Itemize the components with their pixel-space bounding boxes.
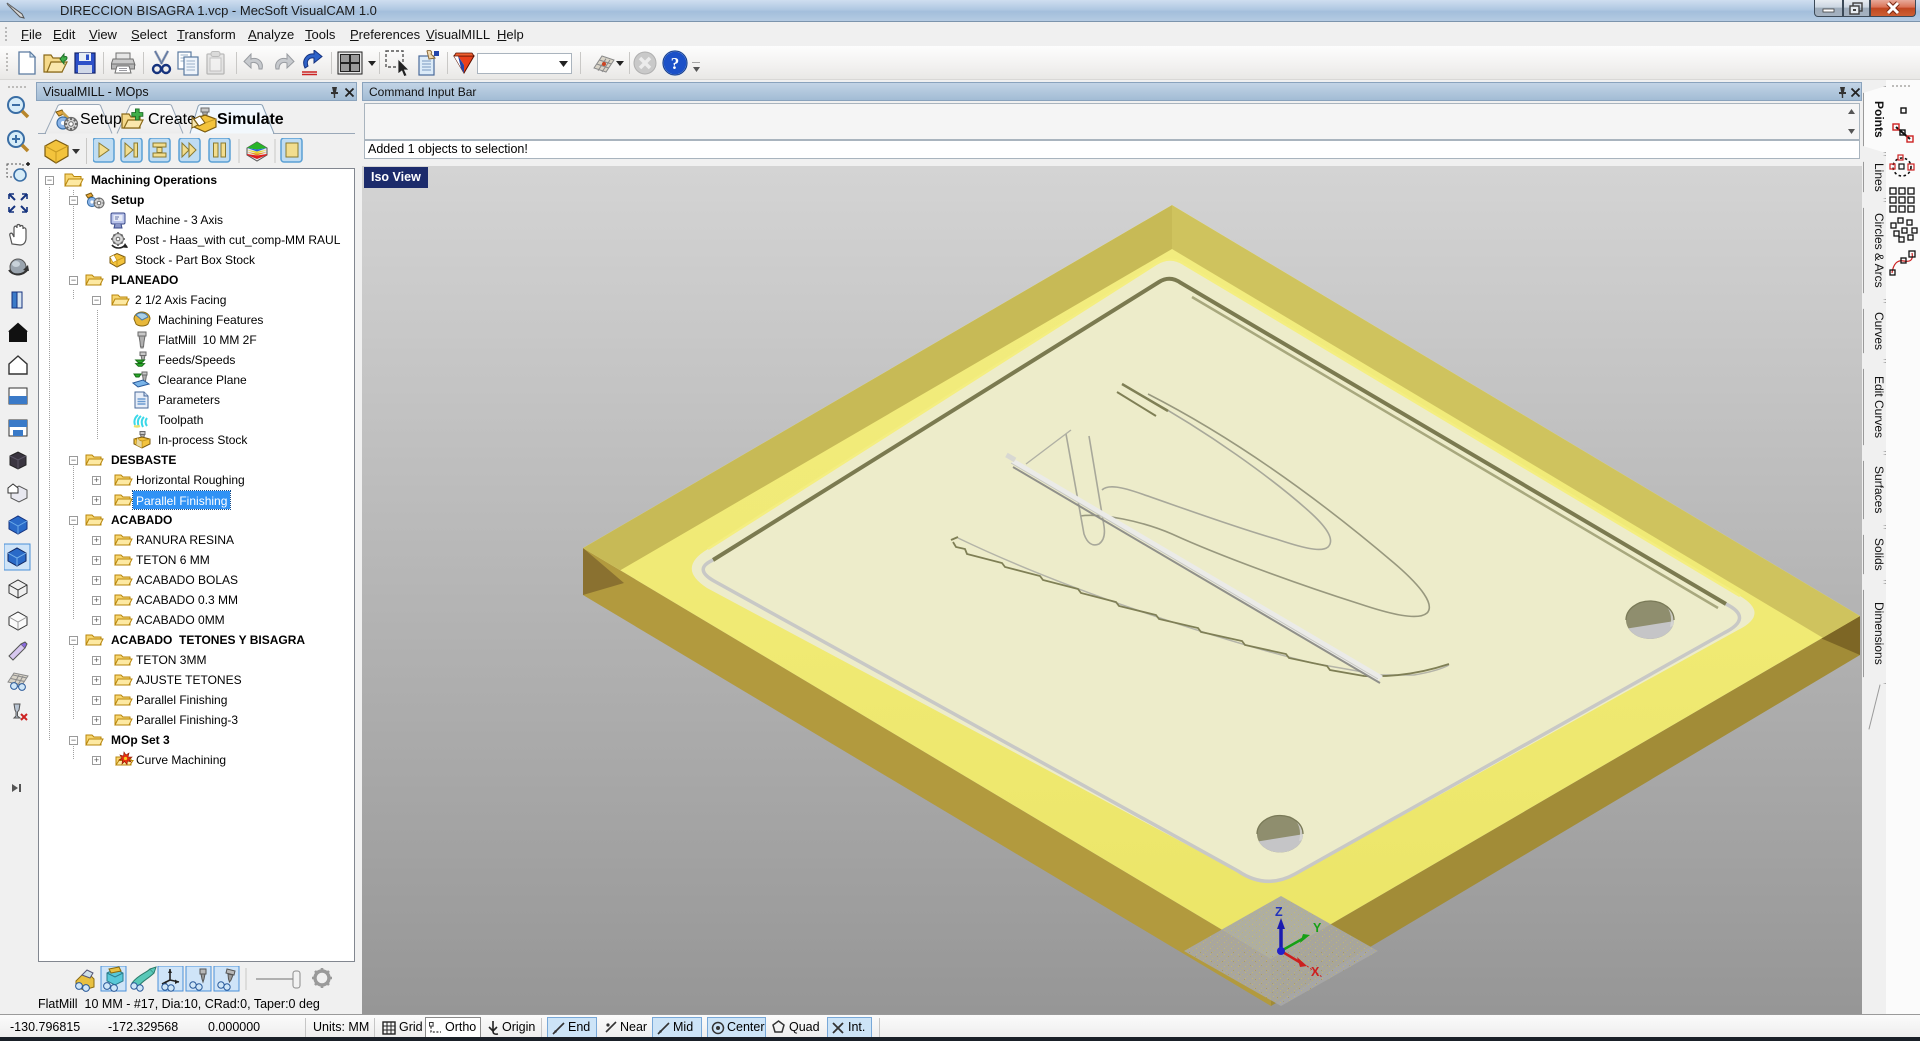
svg-text:Z: Z — [1275, 905, 1283, 919]
svg-text:Y: Y — [1313, 921, 1322, 935]
svg-text:?: ? — [671, 54, 680, 73]
svg-text:X: X — [1311, 965, 1320, 979]
